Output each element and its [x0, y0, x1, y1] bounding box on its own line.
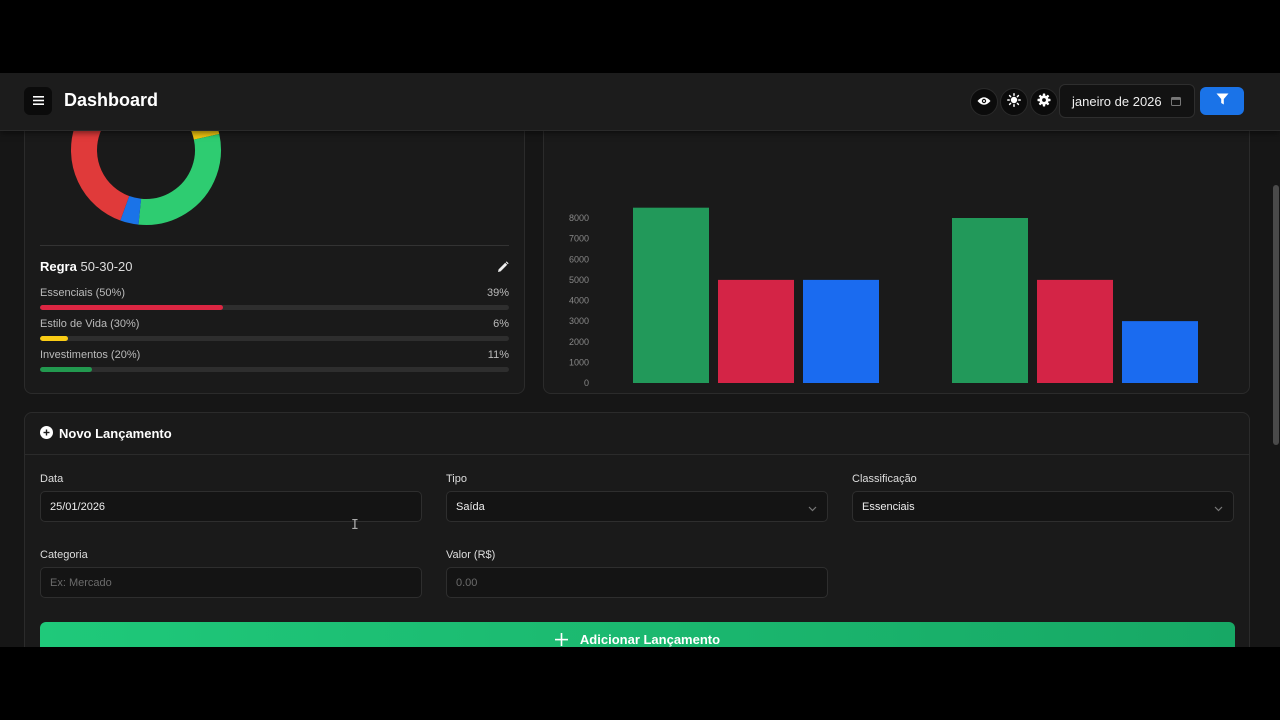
y-tick-label: 1000: [569, 357, 589, 367]
add-entry-label: Adicionar Lançamento: [579, 632, 721, 647]
month-value: janeiro de 2026: [1072, 93, 1162, 109]
rule-item-percent: 11%: [487, 349, 509, 361]
bar[interactable]: [952, 218, 1028, 383]
rule-item-percent: 6%: [493, 318, 509, 330]
type-label: Tipo: [446, 473, 467, 485]
divider: [40, 245, 509, 246]
text-cursor-icon: I: [351, 518, 359, 533]
form-title: Novo Lançamento: [59, 426, 172, 441]
date-label: Data: [40, 473, 64, 485]
progress-fill: [40, 336, 69, 341]
y-tick-label: 3000: [569, 316, 589, 326]
value-label: Valor (R$): [446, 549, 496, 561]
progress-fill: [40, 305, 223, 310]
category-label: Categoria: [40, 549, 88, 561]
plus-circle-icon: [40, 425, 53, 442]
page-title: Dashboard: [64, 90, 159, 110]
rule-title-bold: Regra: [40, 259, 77, 274]
type-value: Saída: [456, 500, 485, 513]
progress-track: [40, 336, 509, 341]
menu-button[interactable]: [24, 87, 52, 115]
rule-item-label: Investimentos (20%): [40, 349, 141, 361]
rule-item-percent: 39%: [486, 287, 509, 299]
date-field[interactable]: 25/01/2026: [40, 491, 422, 522]
calendar-icon: [1170, 94, 1181, 109]
bar[interactable]: [718, 279, 794, 383]
type-select[interactable]: Saída: [446, 491, 828, 522]
classification-value: Essenciais: [862, 500, 915, 513]
gear-icon: [1037, 93, 1051, 112]
rule-title-rest: 50-30-20: [76, 259, 133, 274]
y-tick-label: 4000: [569, 296, 589, 306]
toggle-visibility-button[interactable]: [970, 88, 998, 116]
progress-track: [40, 367, 509, 372]
y-tick-label: 6000: [569, 254, 589, 264]
x-tick-label: 20: [1070, 392, 1080, 393]
category-input[interactable]: [40, 567, 422, 598]
bar[interactable]: [1122, 321, 1198, 383]
form-header: Novo Lançamento: [25, 413, 1249, 455]
rule-title: Regra 50-30-20: [40, 259, 133, 274]
chevron-down-icon: [808, 503, 817, 515]
pencil-icon[interactable]: [497, 260, 509, 278]
filter-icon: [1216, 92, 1229, 110]
value-input[interactable]: [446, 567, 828, 598]
rule-item-label: Essenciais (50%): [40, 287, 125, 299]
eye-icon: [977, 93, 991, 111]
new-entry-card: Novo Lançamento Data 25/01/2026 Tipo Saí…: [24, 412, 1250, 647]
bar[interactable]: [633, 207, 709, 383]
bar[interactable]: [1037, 279, 1113, 383]
date-value: 25/01/2026: [50, 500, 106, 513]
y-tick-label: 2000: [569, 337, 589, 347]
filter-button[interactable]: [1200, 87, 1244, 115]
y-tick-label: 0: [584, 378, 589, 388]
theme-toggle-button[interactable]: [1000, 88, 1028, 116]
progress-fill: [40, 367, 92, 372]
add-entry-button[interactable]: Adicionar Lançamento: [40, 622, 1235, 647]
page-scrollbar[interactable]: [1272, 73, 1280, 647]
settings-button[interactable]: [1030, 88, 1058, 116]
y-tick-label: 7000: [569, 234, 589, 244]
rule-item-label: Estilo de Vida (30%): [40, 318, 140, 330]
y-tick-label: 5000: [569, 275, 589, 285]
classification-label: Classificação: [852, 473, 917, 485]
top-header: Dashboard janeiro de 2026: [0, 73, 1280, 131]
y-tick-label: 8000: [569, 213, 589, 223]
hamburger-menu-icon: [32, 92, 44, 110]
scroll-thumb[interactable]: [1273, 185, 1279, 445]
app-viewport: Regra 50-30-20 Essenciais (50%) 39% Esti…: [0, 73, 1280, 647]
chevron-down-icon: [1214, 503, 1223, 515]
sun-icon: [1007, 92, 1021, 112]
plus-icon: [554, 633, 568, 647]
progress-track: [40, 305, 509, 310]
month-picker[interactable]: janeiro de 2026: [1059, 84, 1195, 118]
classification-select[interactable]: Essenciais: [852, 491, 1234, 522]
bar[interactable]: [803, 279, 879, 383]
x-tick-label: 5: [753, 392, 758, 393]
